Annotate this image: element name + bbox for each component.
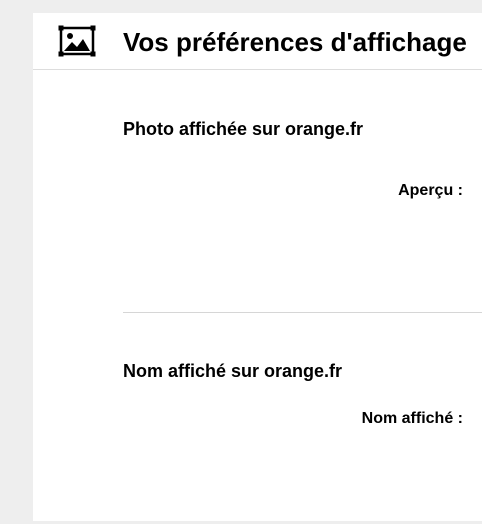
display-preferences-panel: Vos préférences d'affichage Photo affich… [33,13,482,521]
panel-header: Vos préférences d'affichage [33,13,482,70]
image-icon [58,25,96,57]
preview-label: Aperçu : [398,182,463,199]
section-divider [123,312,482,313]
display-name-label: Nom affiché : [361,410,463,427]
name-section-title: Nom affiché sur orange.fr [123,361,343,381]
page-title: Vos préférences d'affichage [123,27,467,57]
photo-section-title: Photo affichée sur orange.fr [123,119,364,139]
